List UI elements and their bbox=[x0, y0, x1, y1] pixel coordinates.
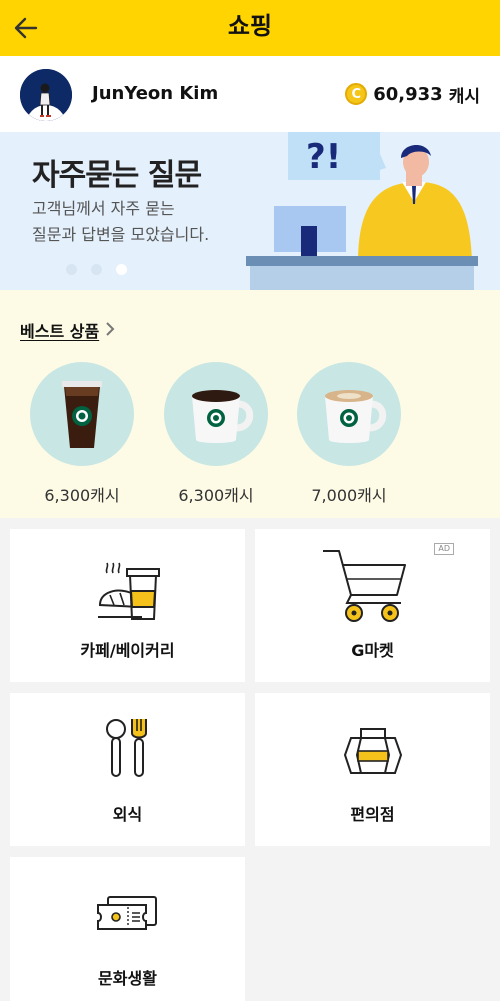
pagination-dot[interactable] bbox=[91, 264, 102, 275]
cash-unit: 캐시 bbox=[448, 86, 480, 107]
best-products-link[interactable]: 베스트 상품 bbox=[20, 318, 115, 342]
category-label: G마켓 bbox=[351, 641, 394, 660]
faq-illustration: ?! bbox=[246, 132, 478, 290]
profile-bar: JunYeon Kim C 60,933 캐시 bbox=[0, 56, 500, 132]
pagination-dot-active[interactable] bbox=[116, 264, 127, 275]
product-price: 7,000캐시 bbox=[311, 486, 387, 505]
category-convenience-store[interactable]: 편의점 bbox=[255, 693, 490, 846]
cash-amount: 60,933 bbox=[373, 83, 443, 105]
product-item[interactable]: 6,300캐시 bbox=[30, 362, 134, 506]
latte-mug-icon bbox=[297, 362, 401, 466]
category-dining[interactable]: 외식 bbox=[10, 693, 245, 846]
banner-title: 자주묻는 질문 bbox=[32, 158, 202, 193]
best-products-title: 베스트 상품 bbox=[20, 322, 100, 341]
category-gmarket[interactable]: AD G마켓 bbox=[255, 529, 490, 682]
pagination-dot[interactable] bbox=[66, 264, 77, 275]
banner-subtitle: 고객님께서 자주 묻는 질문과 답변을 모았습니다. bbox=[32, 199, 210, 244]
americano-mug-icon bbox=[164, 362, 268, 466]
coin-icon: C bbox=[345, 83, 368, 105]
page-title: 쇼핑 bbox=[227, 12, 273, 40]
banner-pagination bbox=[66, 264, 127, 275]
chevron-right-icon bbox=[105, 321, 115, 340]
avatar[interactable] bbox=[20, 69, 72, 121]
cafe-bakery-icon bbox=[98, 562, 160, 620]
user-name: JunYeon Kim bbox=[92, 83, 219, 104]
product-price: 6,300캐시 bbox=[178, 486, 254, 505]
ticket-icon bbox=[97, 896, 157, 930]
fork-spoon-icon bbox=[106, 719, 147, 777]
category-culture[interactable]: 문화생활 bbox=[10, 857, 245, 1001]
faq-banner[interactable]: 자주묻는 질문 고객님께서 자주 묻는 질문과 답변을 모았습니다. ?! bbox=[0, 132, 500, 290]
bubble-text: ?! bbox=[306, 137, 341, 177]
convenience-store-icon bbox=[343, 728, 403, 774]
category-label: 카페/베이커리 bbox=[80, 641, 175, 660]
app-header: 쇼핑 bbox=[0, 0, 500, 56]
iced-coffee-icon bbox=[30, 362, 134, 466]
product-item[interactable]: 6,300캐시 bbox=[164, 362, 268, 506]
category-label: 문화생활 bbox=[98, 969, 157, 988]
category-label: 편의점 bbox=[350, 805, 395, 824]
product-item[interactable]: 7,000캐시 bbox=[297, 362, 401, 506]
best-products-section: 베스트 상품 6,300캐시 6,300캐시 7,000캐시 bbox=[0, 290, 500, 518]
shopping-cart-icon bbox=[323, 550, 406, 622]
product-price: 6,300캐시 bbox=[44, 486, 120, 505]
category-cafe-bakery[interactable]: 카페/베이커리 bbox=[10, 529, 245, 682]
cash-balance[interactable]: C 60,933 캐시 bbox=[345, 80, 480, 108]
category-label: 외식 bbox=[112, 805, 143, 824]
